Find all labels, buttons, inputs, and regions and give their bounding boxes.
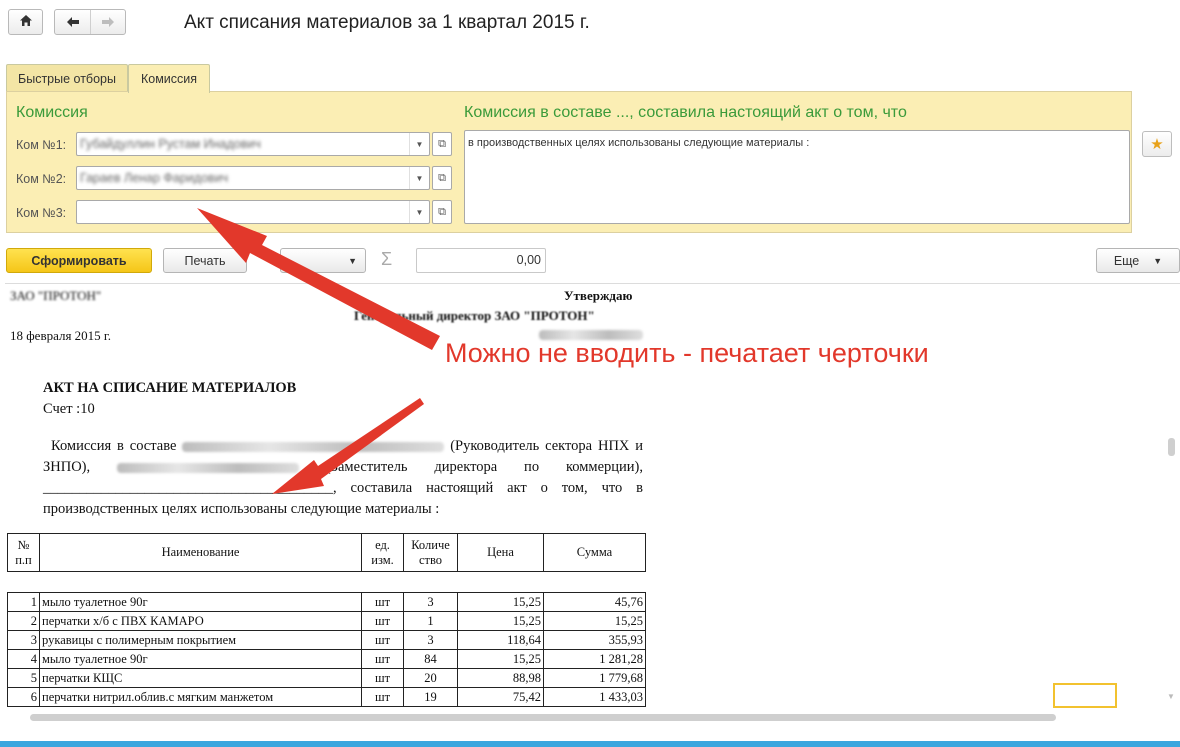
accent-bar	[0, 741, 1180, 747]
arrow-to-field-icon	[197, 208, 440, 350]
annotation-text: Можно не вводить - печатает черточки	[445, 338, 929, 368]
selected-cell[interactable]	[1053, 683, 1117, 708]
arrow-to-document-icon	[272, 398, 424, 494]
vertical-scrollbar[interactable]	[1168, 438, 1175, 456]
tab-commission[interactable]: Комиссия	[128, 64, 210, 93]
annotation-arrows	[197, 208, 440, 494]
scroll-down-icon[interactable]: ▼	[1167, 692, 1175, 701]
horizontal-scrollbar[interactable]	[30, 714, 1056, 721]
